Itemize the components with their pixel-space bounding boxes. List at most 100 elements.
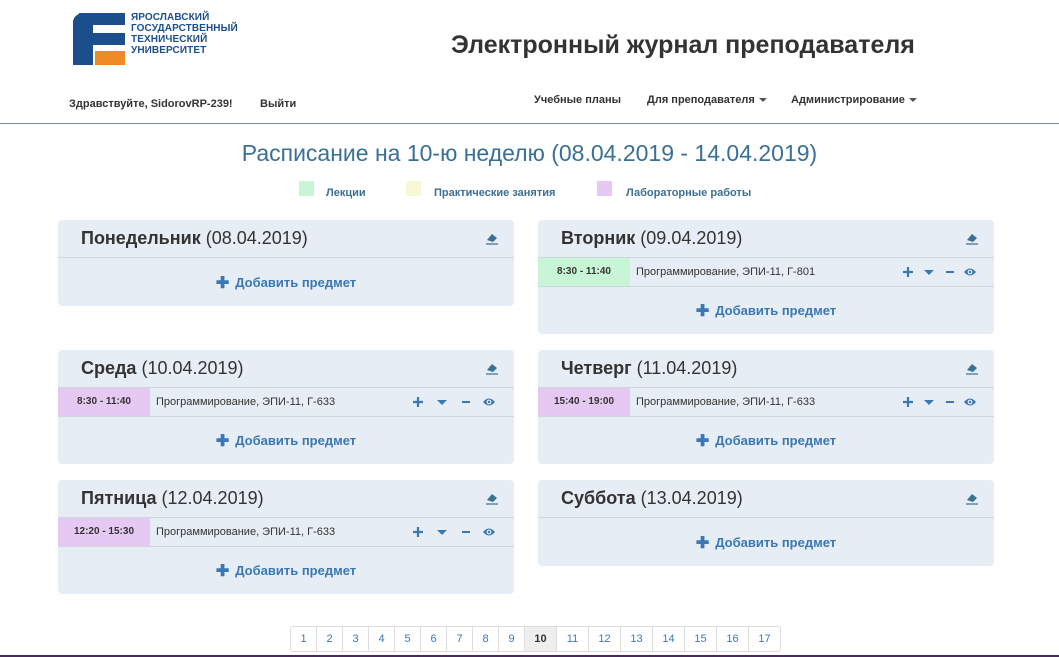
legend-practice: Практические занятия (434, 187, 556, 199)
lesson-row: 12:20 - 15:30 Программирование, ЭПИ-11, … (58, 518, 514, 547)
eraser-icon[interactable] (965, 361, 979, 375)
day-card-saturday: Суббота (13.04.2019) ✚ Добавить предмет (538, 480, 994, 566)
university-logo-icon (73, 13, 125, 65)
eye-icon[interactable] (482, 524, 496, 540)
user-greeting: Здравствуйте, SidorovRP-239! (69, 98, 233, 110)
add-subject-button[interactable]: ✚ Добавить предмет (58, 431, 514, 451)
day-date: (10.04.2019) (141, 358, 244, 378)
minus-icon[interactable] (943, 394, 957, 410)
page-link[interactable]: 15 (684, 626, 717, 652)
plus-icon[interactable] (901, 394, 915, 410)
lesson-row: 8:30 - 11:40 Программирование, ЭПИ-11, Г… (538, 258, 994, 287)
page-link[interactable]: 5 (394, 626, 421, 652)
page-link-current[interactable]: 10 (524, 626, 557, 652)
day-title: Четверг (11.04.2019) (561, 358, 737, 379)
add-subject-button[interactable]: ✚ Добавить предмет (538, 533, 994, 553)
page-link[interactable]: 6 (420, 626, 447, 652)
add-subject-button[interactable]: ✚ Добавить предмет (58, 273, 514, 293)
page-link[interactable]: 11 (556, 626, 589, 652)
plus-icon[interactable] (411, 394, 425, 410)
university-logo[interactable]: ЯРОСЛАВСКИЙ ГОСУДАРСТВЕННЫЙ ТЕХНИЧЕСКИЙ … (71, 11, 241, 67)
day-date: (08.04.2019) (205, 228, 308, 248)
page-link[interactable]: 12 (588, 626, 621, 652)
minus-icon[interactable] (943, 264, 957, 280)
minus-icon[interactable] (459, 524, 473, 540)
university-name: ЯРОСЛАВСКИЙ ГОСУДАРСТВЕННЫЙ ТЕХНИЧЕСКИЙ … (131, 12, 238, 56)
page-link[interactable]: 7 (446, 626, 473, 652)
page-link[interactable]: 13 (620, 626, 653, 652)
add-subject-label: Добавить предмет (715, 433, 837, 448)
page-link[interactable]: 14 (652, 626, 685, 652)
page-link[interactable]: 9 (498, 626, 525, 652)
plus-icon: ✚ (215, 433, 230, 450)
legend-lecture: Лекции (326, 187, 366, 199)
caret-down-icon (908, 98, 917, 103)
lesson-description[interactable]: Программирование, ЭПИ-11, Г-633 (636, 388, 815, 416)
page-link[interactable]: 2 (316, 626, 343, 652)
day-header: Пятница (12.04.2019) (58, 480, 514, 518)
eraser-icon[interactable] (965, 231, 979, 245)
day-name: Вторник (561, 228, 636, 248)
lesson-description[interactable]: Программирование, ЭПИ-11, Г-633 (156, 518, 335, 546)
day-header: Вторник (09.04.2019) (538, 220, 994, 258)
week-pagination: 1 2 3 4 5 6 7 8 9 10 11 12 13 14 15 16 1… (290, 626, 781, 652)
week-title: Расписание на 10-ю неделю (08.04.2019 - … (241, 140, 818, 166)
day-date: (09.04.2019) (640, 228, 743, 248)
plus-icon: ✚ (215, 275, 230, 292)
logout-link[interactable]: Выйти (260, 98, 296, 110)
plus-icon[interactable] (901, 264, 915, 280)
caret-down-icon[interactable] (435, 394, 449, 410)
nav-admin-dropdown[interactable]: Администрирование (791, 94, 917, 106)
nav-teacher-dropdown[interactable]: Для преподавателя (647, 94, 767, 106)
day-name: Пятница (81, 488, 157, 508)
eraser-icon[interactable] (485, 231, 499, 245)
lesson-description[interactable]: Программирование, ЭПИ-11, Г-801 (636, 258, 815, 286)
day-name: Суббота (561, 488, 636, 508)
nav-label: Для преподавателя (647, 94, 755, 106)
day-card-tuesday: Вторник (09.04.2019) 8:30 - 11:40 Програ… (538, 220, 994, 334)
page-link[interactable]: 17 (748, 626, 781, 652)
caret-down-icon[interactable] (922, 394, 936, 410)
day-name: Понедельник (81, 228, 201, 248)
page-link[interactable]: 1 (290, 626, 317, 652)
page-link[interactable]: 4 (368, 626, 395, 652)
add-subject-button[interactable]: ✚ Добавить предмет (58, 561, 514, 581)
eraser-icon[interactable] (965, 491, 979, 505)
nav-study-plans[interactable]: Учебные планы (534, 94, 621, 106)
day-title: Понедельник (08.04.2019) (81, 228, 308, 249)
day-title: Суббота (13.04.2019) (561, 488, 743, 509)
day-card-monday: Понедельник (08.04.2019) ✚ Добавить предм… (58, 220, 514, 306)
day-header: Понедельник (08.04.2019) (58, 220, 514, 258)
lab-swatch (597, 181, 612, 196)
lesson-time: 12:20 - 15:30 (58, 518, 150, 546)
eye-icon[interactable] (963, 394, 977, 410)
page-link[interactable]: 3 (342, 626, 369, 652)
day-header: Среда (10.04.2019) (58, 350, 514, 388)
plus-icon[interactable] (411, 524, 425, 540)
lesson-time: 8:30 - 11:40 (58, 388, 150, 416)
caret-down-icon[interactable] (435, 524, 449, 540)
day-header: Суббота (13.04.2019) (538, 480, 994, 518)
add-subject-button[interactable]: ✚ Добавить предмет (538, 431, 994, 451)
caret-down-icon (758, 98, 767, 103)
eraser-icon[interactable] (485, 361, 499, 375)
add-subject-button[interactable]: ✚ Добавить предмет (538, 301, 994, 321)
day-date: (11.04.2019) (636, 358, 738, 378)
page-link[interactable]: 8 (472, 626, 499, 652)
day-card-wednesday: Среда (10.04.2019) 8:30 - 11:40 Программ… (58, 350, 514, 464)
header: ЯРОСЛАВСКИЙ ГОСУДАРСТВЕННЫЙ ТЕХНИЧЕСКИЙ … (0, 0, 1059, 124)
lecture-swatch (299, 181, 314, 196)
minus-icon[interactable] (459, 394, 473, 410)
legend-lab: Лабораторные работы (626, 187, 752, 199)
eraser-icon[interactable] (485, 491, 499, 505)
lesson-time: 8:30 - 11:40 (538, 258, 630, 286)
eye-icon[interactable] (963, 264, 977, 280)
eye-icon[interactable] (482, 394, 496, 410)
plus-icon: ✚ (695, 433, 710, 450)
day-name: Четверг (561, 358, 632, 378)
add-subject-label: Добавить предмет (235, 563, 357, 578)
page-link[interactable]: 16 (716, 626, 749, 652)
caret-down-icon[interactable] (922, 264, 936, 280)
lesson-description[interactable]: Программирование, ЭПИ-11, Г-633 (156, 388, 335, 416)
add-subject-label: Добавить предмет (715, 303, 837, 318)
